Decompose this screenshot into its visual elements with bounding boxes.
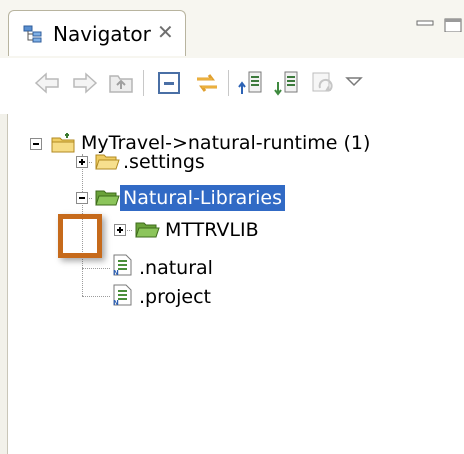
project-folder-icon — [51, 133, 75, 153]
toolbar-separator — [228, 70, 229, 96]
tab-title: Navigator — [53, 22, 151, 46]
navigator-icon — [23, 25, 42, 43]
navigator-view: Navigator ✕ MyTravel->natural-runtime (1… — [0, 0, 464, 454]
tree-item-label[interactable]: .natural — [136, 255, 216, 281]
tree-item-label[interactable]: Natural-Libraries — [120, 185, 285, 211]
sort-down-icon[interactable] — [272, 68, 302, 98]
natural-file-icon: N — [113, 254, 132, 276]
maximize-icon[interactable] — [444, 18, 462, 32]
tree-connector — [82, 296, 110, 298]
close-icon[interactable]: ✕ — [157, 20, 174, 44]
callout-highlight-box — [58, 214, 102, 258]
tab-navigator[interactable]: Navigator ✕ — [8, 10, 186, 56]
expand-toggle-icon[interactable] — [114, 224, 126, 236]
sort-up-icon[interactable] — [236, 68, 266, 98]
toolbar-separator — [143, 70, 144, 96]
tree-connector — [82, 268, 110, 270]
navigator-tree: MyTravel->natural-runtime (1) .settings … — [0, 114, 464, 454]
view-tab-strip: Navigator ✕ — [0, 0, 464, 59]
collapse-toggle-icon[interactable] — [30, 138, 42, 150]
forward-icon[interactable] — [70, 68, 100, 98]
collapse-toggle-icon[interactable] — [76, 192, 88, 204]
view-toolbar — [0, 58, 464, 114]
natural-file-icon: N — [113, 284, 132, 306]
tree-item-label[interactable]: MTTRVLIB — [162, 217, 262, 243]
collapse-all-icon[interactable] — [154, 68, 184, 98]
svg-text:N: N — [113, 299, 119, 306]
link-with-editor-icon[interactable] — [192, 68, 222, 98]
expand-toggle-icon[interactable] — [76, 156, 88, 168]
tree-item-label[interactable]: .project — [136, 284, 214, 310]
up-folder-icon[interactable] — [106, 68, 136, 98]
folder-icon — [95, 190, 120, 206]
svg-text:N: N — [113, 269, 119, 276]
tree-item-label[interactable]: .settings — [120, 149, 208, 175]
back-icon[interactable] — [32, 68, 62, 98]
minimize-icon[interactable] — [416, 18, 434, 32]
folder-icon — [95, 154, 120, 170]
refresh-icon[interactable] — [308, 68, 338, 98]
view-menu-icon[interactable] — [340, 68, 370, 98]
folder-icon — [135, 222, 160, 238]
